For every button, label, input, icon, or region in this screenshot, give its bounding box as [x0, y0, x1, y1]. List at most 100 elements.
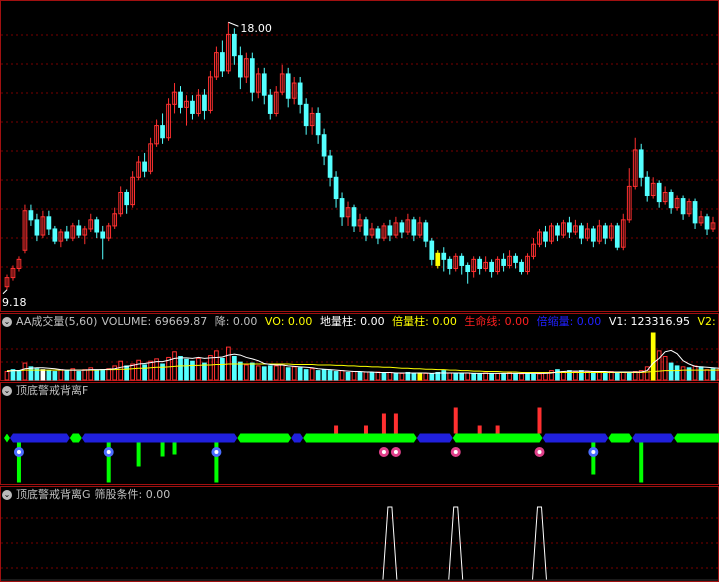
volume-bar [489, 373, 494, 381]
volume-bar [441, 370, 447, 381]
signal-up-bar [381, 413, 386, 434]
signal-up-bar [393, 413, 398, 434]
candle-body [375, 228, 381, 239]
signal-up-bar [495, 425, 500, 434]
volume-panel-toggle-icon[interactable]: ⌄ [2, 317, 12, 327]
signal-down-bar [639, 442, 644, 483]
candle-body [459, 255, 465, 266]
volume-bar [435, 371, 441, 381]
volume-bar [674, 365, 680, 381]
volume-bar [315, 370, 321, 381]
volume-bar [531, 373, 536, 381]
volume-bar [178, 356, 183, 381]
volume-bar [76, 371, 82, 381]
volume-bar [273, 365, 279, 381]
volume-bar [351, 371, 357, 381]
candle-body [237, 55, 243, 78]
volume-bar [303, 369, 309, 381]
volume-bar [399, 372, 405, 381]
volume-bar [537, 373, 542, 381]
candle-body [34, 219, 40, 236]
indicator-number: 0.00 [284, 315, 316, 328]
candle-body [656, 182, 662, 203]
candle-body [692, 201, 698, 224]
candle-body [638, 149, 644, 178]
candle-body [590, 228, 596, 242]
indicator-number: 0.00 [573, 315, 605, 328]
volume-bar [602, 371, 608, 381]
volume-bar [704, 369, 710, 381]
screen-spike [382, 506, 398, 581]
candle-body [267, 94, 273, 114]
volume-bar [52, 371, 58, 381]
signal-band-segment [9, 433, 70, 443]
indicator-value: 倍缩量: [536, 315, 574, 328]
volume-bar [142, 364, 147, 381]
candle-body [297, 82, 303, 105]
volume-bar [22, 362, 28, 381]
volume-bar [698, 366, 704, 381]
candle-body [100, 231, 106, 239]
signal-band-segment [416, 433, 453, 443]
volume-bar [100, 369, 106, 381]
volume-bar [237, 361, 243, 381]
bottom-signal-icon-center [16, 450, 21, 454]
volume-bar [220, 357, 225, 381]
volume-bar [405, 371, 411, 381]
candle-body [160, 125, 165, 139]
signal-up-bar [477, 425, 482, 434]
volume-bar [190, 360, 195, 381]
signal-panel-toggle-icon[interactable]: ⌄ [2, 386, 12, 396]
screen-panel-toggle-icon[interactable]: ⌄ [2, 490, 12, 500]
volume-bar [596, 371, 602, 381]
candle-body [351, 207, 357, 227]
candle-body [124, 191, 130, 206]
candle-body [489, 261, 494, 273]
min-price-label: 9.18 [2, 296, 27, 309]
volume-bar [148, 360, 153, 381]
volume-bar [40, 369, 46, 381]
candle-body [644, 176, 650, 197]
indicator-value: VO: [264, 315, 285, 328]
volume-bar [231, 356, 237, 381]
candle-body [327, 155, 333, 178]
bottom-signal-icon-center [214, 450, 219, 454]
candle-body [321, 134, 327, 157]
volume-bar [555, 369, 560, 381]
volume-bar [255, 365, 261, 381]
top-signal-icon-center [453, 450, 458, 454]
volume-bar [357, 371, 363, 381]
volume-bar [64, 370, 70, 381]
volume-bar [124, 365, 130, 381]
volume-bar [285, 367, 291, 381]
signal-down-bar [136, 442, 141, 467]
volume-bar [507, 372, 512, 381]
candle-body [76, 225, 82, 236]
volume-bar [279, 363, 285, 381]
volume-bar [417, 372, 423, 381]
signal-down-bar [160, 442, 165, 457]
volume-bar [16, 370, 22, 381]
volume-bar [429, 373, 435, 381]
volume-bar [208, 355, 213, 381]
screen-spike [531, 506, 547, 581]
volume-bar [525, 372, 530, 381]
candle-body [668, 191, 674, 209]
volume-bar [465, 372, 471, 381]
signal-down-bar [172, 442, 177, 455]
candle-body [680, 198, 686, 215]
candle-body [579, 225, 584, 239]
volume-bar [501, 373, 506, 381]
signal-band-segment [4, 433, 10, 443]
signal-band-segment [81, 433, 238, 443]
volume-bar [668, 362, 674, 381]
signal-up-bar [363, 425, 368, 434]
screen-panel-header: ⌄ 顶底警戒背离G 筛股条件: 0.00 [0, 486, 719, 504]
indicator-number: 0.00 [428, 315, 461, 328]
volume-bar [106, 368, 112, 381]
signal-up-bar [537, 407, 542, 434]
signal-band-segment [608, 433, 633, 443]
volume-bar [375, 371, 381, 381]
candle-body [231, 33, 237, 57]
volume-bar [118, 360, 124, 381]
